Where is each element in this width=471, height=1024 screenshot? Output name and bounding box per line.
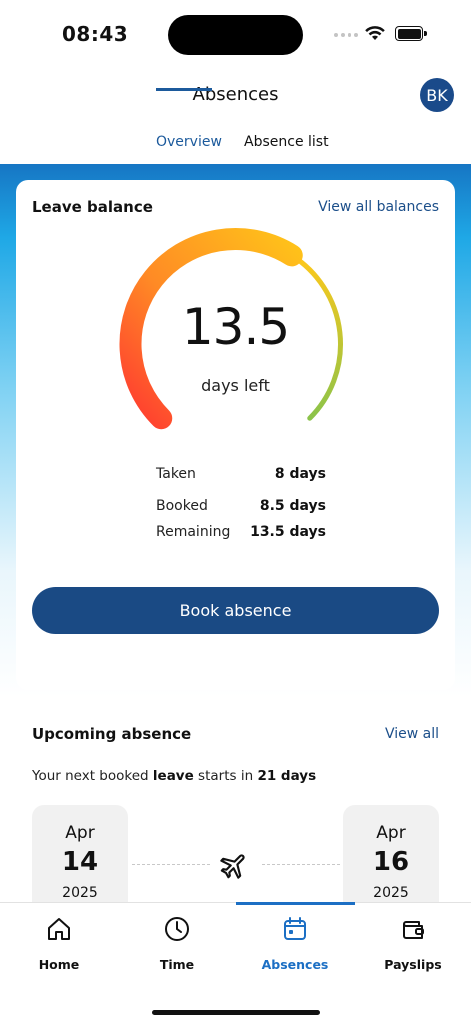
end-day: 16 — [372, 847, 410, 877]
dynamic-island — [168, 15, 303, 55]
gauge-value: 13.5 — [181, 298, 290, 356]
upcoming-absence-title: Upcoming absence — [32, 725, 192, 743]
tab-overview[interactable]: Overview — [156, 134, 222, 160]
leave-balance-card: Leave balance View all balances 13.5 day… — [16, 180, 455, 690]
nav-item-payslips[interactable]: Payslips — [354, 903, 471, 993]
nav-label: Time — [159, 957, 195, 972]
nav-item-absences[interactable]: Absences — [236, 903, 354, 993]
nav-label: Payslips — [384, 957, 442, 972]
nav-label: Absences — [261, 957, 329, 972]
start-month: Apr — [65, 823, 95, 843]
status-bar: 08:43 — [0, 0, 471, 64]
battery-icon — [395, 26, 427, 41]
nav-item-home[interactable]: Home — [0, 903, 118, 993]
stat-value: 8 days — [274, 466, 326, 482]
clock-icon — [165, 917, 189, 941]
upcoming-summary: Your next booked leave starts in 21 days — [32, 768, 317, 784]
bottom-navigation: Home Time Absences Payslips — [0, 902, 471, 1024]
calendar-icon — [284, 917, 306, 940]
gauge-label: days left — [201, 376, 270, 395]
book-absence-button[interactable]: Book absence — [32, 587, 439, 634]
status-time: 08:43 — [62, 22, 129, 46]
dashed-connector — [132, 864, 210, 865]
wallet-icon — [403, 921, 424, 939]
wifi-icon — [365, 26, 385, 40]
stat-label: Remaining — [156, 524, 231, 540]
airplane-icon — [220, 854, 245, 879]
start-day: 14 — [61, 847, 99, 877]
end-month: Apr — [376, 823, 406, 843]
tab-absence-list[interactable]: Absence list — [244, 134, 329, 160]
tab-active-underline — [156, 88, 212, 91]
upcoming-absence-card: Upcoming absence View all Your next book… — [16, 708, 455, 928]
view-all-balances-link[interactable]: View all balances — [318, 199, 439, 215]
header: Absences BK Overview Absence list — [0, 64, 471, 164]
stat-value: 8.5 days — [259, 498, 326, 514]
leave-balance-title: Leave balance — [32, 198, 153, 216]
home-indicator — [152, 1010, 320, 1015]
nav-label: Home — [38, 957, 80, 972]
start-year: 2025 — [62, 885, 98, 901]
signal-icon — [334, 33, 358, 39]
tab-bar: Overview Absence list — [0, 132, 471, 164]
page-title: Absences — [192, 84, 279, 105]
nav-item-time[interactable]: Time — [118, 903, 236, 993]
stat-label: Taken — [156, 466, 196, 482]
dashed-connector — [262, 864, 340, 865]
stat-label: Booked — [156, 498, 208, 514]
stat-value: 13.5 days — [250, 524, 326, 540]
view-all-link[interactable]: View all — [385, 726, 439, 742]
avatar[interactable]: BK — [420, 78, 454, 112]
end-year: 2025 — [373, 885, 409, 901]
home-icon — [48, 918, 70, 940]
